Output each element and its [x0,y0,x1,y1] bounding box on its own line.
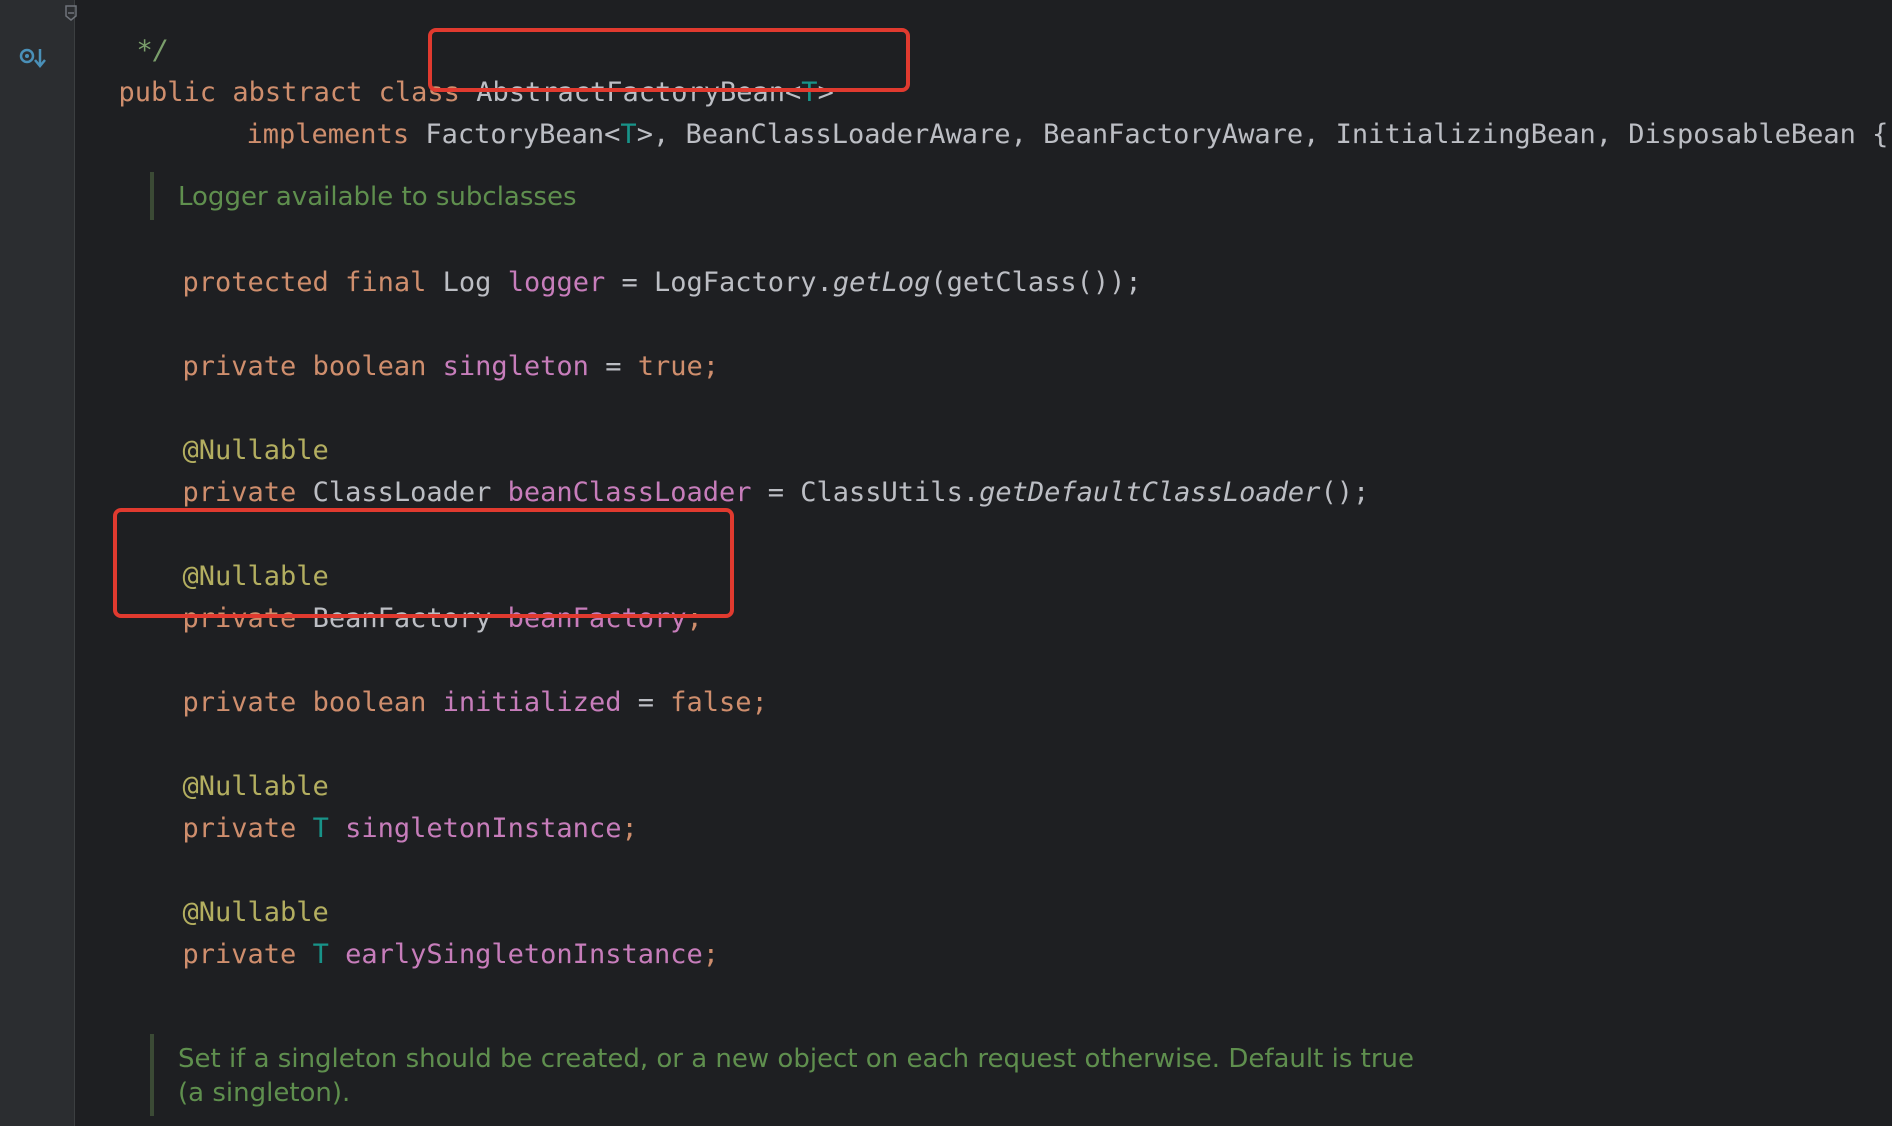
interface-type-param: T [620,119,637,150]
logger-assign: = LogFactory. [605,267,833,298]
doc-comment-singleton-2: (a singleton). [178,1078,351,1108]
method-getlog[interactable]: getLog [833,267,931,298]
interface-generic-close: >, [636,119,670,150]
interface-factorybean[interactable]: FactoryBean< [425,119,620,150]
field-initialized[interactable]: initialized [443,687,622,718]
keyword-boolean: boolean [312,351,427,382]
singletoninstance-semicolon: ; [621,813,638,844]
type-t: T [312,813,329,844]
keyword-private: private [182,351,297,382]
keyword-protected: protected [182,267,329,298]
keyword-final: final [345,267,427,298]
annotation-nullable-4: @Nullable [150,862,329,928]
earlysingleton-semicolon: ; [702,939,719,970]
field-beanclassloader[interactable]: beanClassLoader [508,477,752,508]
comment-end: */ [104,0,170,66]
singletoninstance-declaration: private T singletonInstance; [150,778,638,844]
keyword-private: private [182,939,297,970]
doc-comment-bar [150,172,154,220]
editor-gutter [0,0,74,1126]
keyword-private: private [182,687,297,718]
highlight-box-class-name [428,28,910,92]
initialized-declaration: private boolean initialized = false; [150,652,768,718]
literal-false: false [670,687,752,718]
literal-true: true [637,351,703,382]
classloader-declaration: private ClassLoader beanClassLoader = Cl… [150,442,1370,508]
singleton-semicolon: ; [702,351,720,382]
keyword-private: private [182,813,297,844]
logger-tail: (getClass()); [930,267,1142,298]
gutter-divider [74,0,75,1126]
doc-comment-logger: Logger available to subclasses [178,182,577,212]
singleton-declaration: private boolean singleton = true; [150,316,720,382]
keyword-private: private [182,477,297,508]
classloader-assign: = ClassUtils. [751,477,980,508]
earlysingletoninstance-declaration: private T earlySingletonInstance; [150,904,719,970]
keyword-boolean: boolean [312,687,427,718]
annotation-nullable-1: @Nullable [150,400,329,466]
classloader-tail: (); [1320,477,1370,508]
field-logger[interactable]: logger [508,267,606,298]
field-earlysingletoninstance[interactable]: earlySingletonInstance [345,939,703,970]
type-log[interactable]: Log [443,267,492,298]
keyword-implements: implements [246,119,410,150]
logger-declaration: protected final Log logger = LogFactory.… [150,232,1142,298]
type-classloader[interactable]: ClassLoader [313,477,492,508]
implementations-icon[interactable] [18,46,48,70]
interface-list[interactable]: BeanClassLoaderAware, BeanFactoryAware, … [669,119,1888,150]
field-singletoninstance[interactable]: singletonInstance [345,813,621,844]
fold-icon[interactable] [64,4,78,22]
method-getdefaultclassloader[interactable]: getDefaultClassLoader [979,477,1320,508]
annotation-nullable-3: @Nullable [150,736,329,802]
doc-comment-singleton-1: Set if a singleton should be created, or… [178,1044,1414,1074]
singleton-assign: = [588,351,638,382]
highlight-box-beanfactory [113,508,734,618]
doc-comment-bar [150,1034,154,1116]
type-t: T [312,939,329,970]
keyword-public: public [118,77,217,108]
initialized-semicolon: ; [751,687,768,718]
initialized-assign: = [621,687,671,718]
field-singleton[interactable]: singleton [443,351,589,382]
